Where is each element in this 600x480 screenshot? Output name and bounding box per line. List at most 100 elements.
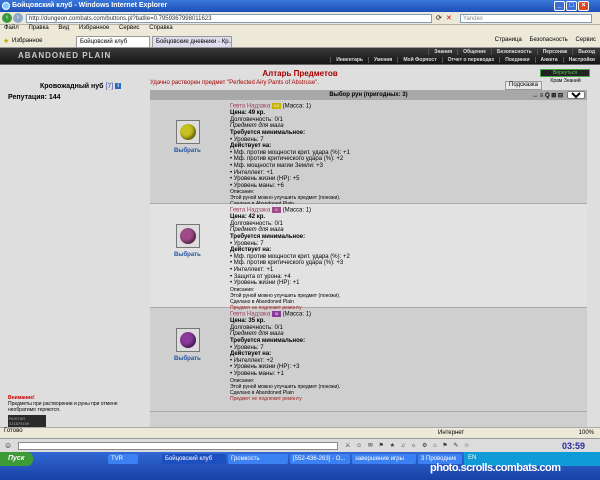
- effect-line: • Интеллект: +1: [230, 266, 274, 273]
- warning-text: Предметы при растворении и руны при отме…: [8, 401, 118, 413]
- nav-exit[interactable]: Выход: [572, 49, 600, 55]
- info-icon[interactable]: i: [115, 83, 122, 90]
- start-button[interactable]: Пуск: [0, 452, 33, 466]
- requirement-line: • Уровень: 7: [230, 344, 264, 351]
- rune-stone-icon: [180, 228, 196, 244]
- tools-menu[interactable]: Сервис: [575, 37, 596, 43]
- task-end-game[interactable]: завершение игры: [352, 454, 416, 464]
- requirements-heading: Требуется минимальное:: [230, 233, 306, 240]
- nav-skills[interactable]: Умения: [367, 57, 397, 63]
- requirements-heading: Требуется минимальное:: [230, 337, 306, 344]
- stop-icon[interactable]: ✕: [446, 14, 452, 22]
- nav-security[interactable]: Безопасность: [491, 49, 537, 55]
- game-toolbar-icons[interactable]: ⚔ ☺ ✉ ⚑ ★ ♫ ☼ ⚙ ⌂ ⚑ ✎ ☆: [345, 442, 471, 449]
- panel-header-title: Выбор рун (пригодных: 3): [329, 92, 408, 98]
- hint-button[interactable]: Подсказка: [505, 81, 542, 90]
- menu-favorites[interactable]: Избранное: [79, 25, 109, 31]
- effect-line: • Уровень жизни (HP): +1: [230, 280, 300, 287]
- security-menu[interactable]: Безопасность: [530, 37, 568, 43]
- rune-name[interactable]: Гевта Надзака: [230, 208, 270, 214]
- task-tvr[interactable]: TVR: [108, 454, 138, 464]
- rune-panel-header: Выбор рун (пригодных: 3) ↔ ≡ Q ⊞ ⊟ Все: [150, 90, 587, 100]
- back-arrow-icon[interactable]: ‹: [2, 13, 12, 23]
- game-page: Кровожадный нуб [7] i Репутация: 144 Вни…: [0, 65, 600, 438]
- minimize-button[interactable]: _: [554, 1, 565, 11]
- select-link[interactable]: Выбрать: [174, 252, 201, 258]
- nav-inventory[interactable]: Инвентарь: [330, 57, 368, 63]
- select-link[interactable]: Выбрать: [174, 356, 201, 362]
- rune-for-mage: Предмет для мага: [230, 123, 284, 130]
- chat-smile-icon[interactable]: ☺: [4, 441, 12, 450]
- rune-durability: Долговечность: 0/1: [230, 116, 283, 123]
- nav-profile[interactable]: Анкета: [534, 57, 563, 63]
- rune-item: Выбрать Гевта Надзака II (Масса: 1) Цена: …: [150, 204, 587, 311]
- status-text: Готово: [4, 428, 23, 434]
- tab-fight-club[interactable]: Бойцовский клуб: [76, 36, 150, 47]
- effect-line: • Уровень жизни (HP): +3: [230, 364, 300, 371]
- effects-heading: Действует на:: [230, 351, 272, 358]
- nav-transfers[interactable]: Отчет о переводах: [441, 57, 500, 63]
- rune-price: Цена: 35 кр.: [230, 318, 266, 325]
- rune-stone-icon: [180, 332, 196, 348]
- menu-help[interactable]: Справка: [149, 25, 173, 31]
- rune-image[interactable]: [176, 328, 200, 352]
- select-link[interactable]: Выбрать: [174, 148, 201, 154]
- task-volume[interactable]: Громкость: [228, 454, 288, 464]
- url-field[interactable]: http://dungeon.combats.com/buttons.pl?ba…: [26, 14, 432, 23]
- favorites-star-icon[interactable]: ★: [3, 37, 9, 45]
- maximize-button[interactable]: □: [566, 1, 577, 11]
- requirements-heading: Требуется минимальное:: [230, 129, 306, 136]
- effect-line: • Уровень маны: +6: [230, 182, 284, 189]
- tab-diaries[interactable]: Бойцовские дневники - Кр...: [152, 36, 232, 47]
- task-icq[interactable]: [552-436-263] - O...: [290, 454, 350, 464]
- forward-arrow-icon[interactable]: ›: [13, 13, 23, 23]
- security-zone: Интернет: [438, 430, 465, 436]
- filter-select[interactable]: Все: [567, 91, 585, 99]
- temple-label: Храм Знаний: [550, 78, 581, 84]
- rune-image[interactable]: [176, 120, 200, 144]
- nav-knowledge[interactable]: Знания: [428, 49, 457, 55]
- nav-bottom: Инвентарь Умения Мой Форпост Отчет о пер…: [330, 57, 600, 63]
- menu-file[interactable]: Файл: [4, 25, 19, 31]
- effects-heading: Действует на:: [230, 143, 272, 150]
- back-button[interactable]: Вернуться: [540, 69, 590, 77]
- player-level: [7]: [105, 83, 114, 90]
- nav-settings[interactable]: Настройки: [562, 57, 600, 63]
- rune-image[interactable]: [176, 224, 200, 248]
- effects-heading: Действует на:: [230, 247, 272, 254]
- rune-stone-icon: [180, 124, 196, 140]
- status-message: Удачно растворен предмет "Perfected Airy…: [150, 80, 319, 86]
- rune-name[interactable]: Гевта Надзака: [230, 104, 270, 110]
- menu-edit[interactable]: Правка: [28, 25, 48, 31]
- player-name[interactable]: Кровожадный нуб: [40, 83, 104, 90]
- menu-tools[interactable]: Сервис: [119, 25, 140, 31]
- browser-tabs-bar: ★ Избранное Бойцовский клуб Бойцовские д…: [0, 34, 600, 48]
- nav-chat[interactable]: Общение: [457, 49, 491, 55]
- refresh-icon[interactable]: ⟳: [436, 14, 442, 22]
- favorites-button[interactable]: Избранное: [12, 38, 42, 44]
- zoom-level[interactable]: 100%: [579, 430, 594, 436]
- rune-panel: Выбор рун (пригодных: 3) ↔ ≡ Q ⊞ ⊟ Все В…: [150, 90, 587, 438]
- nav-fights[interactable]: Поединки: [499, 57, 534, 63]
- effect-line: • Интеллект: +1: [230, 169, 274, 176]
- rune-level-badge: II: [271, 207, 281, 213]
- language-indicator[interactable]: EN: [468, 455, 476, 461]
- game-banner: ABANDONED PLAIN Знания Общение Безопасно…: [0, 48, 600, 65]
- effect-line: • Мф. против критического удара (%): +2: [230, 156, 344, 163]
- effect-line: • Уровень жизни (HP): +5: [230, 176, 300, 183]
- rune-weight: (Масса: 1): [282, 103, 312, 110]
- chat-input[interactable]: [18, 442, 338, 450]
- watermark-text: photo.scrolls.combats.com: [430, 462, 561, 474]
- game-clock: 03:59: [562, 441, 586, 451]
- nav-outpost[interactable]: Мой Форпост: [397, 57, 441, 63]
- nav-character[interactable]: Персонаж: [536, 49, 573, 55]
- task-fight-club[interactable]: Бойцовский клуб: [162, 454, 226, 464]
- effect-line: • Мф. мощности магии Земли: +3: [230, 162, 323, 169]
- nav-top: Знания Общение Безопасность Персонаж Вых…: [428, 49, 600, 55]
- rune-name[interactable]: Гевта Надзака: [230, 312, 270, 318]
- ie-logo-icon: [2, 2, 10, 10]
- close-button[interactable]: ×: [578, 1, 589, 11]
- menu-view[interactable]: Вид: [58, 25, 69, 31]
- search-input[interactable]: Yandex: [460, 14, 592, 23]
- page-menu[interactable]: Страница: [495, 37, 522, 43]
